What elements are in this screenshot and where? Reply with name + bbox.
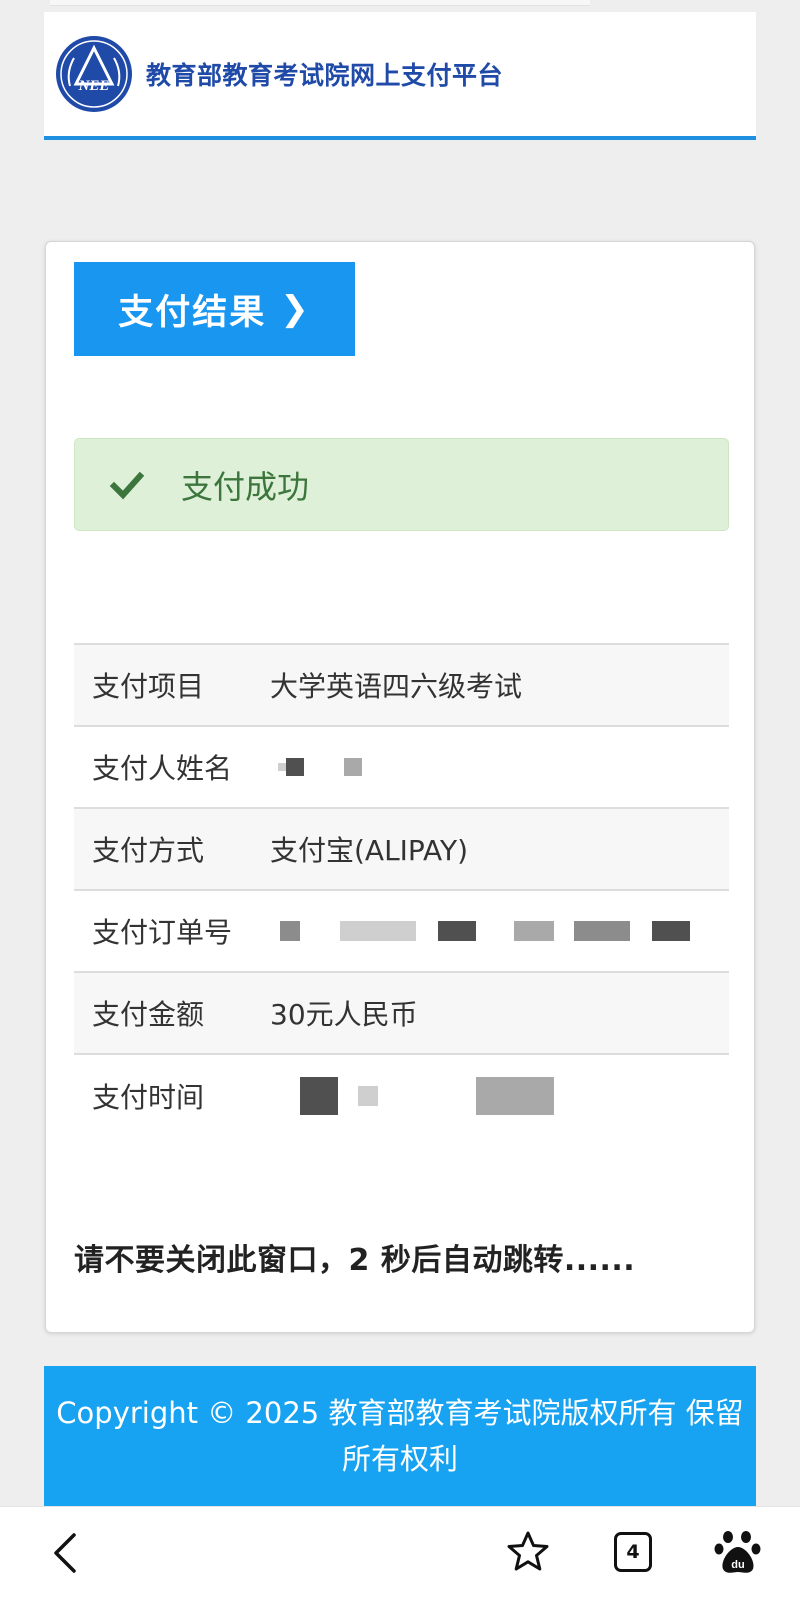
redirect-notice: 请不要关闭此窗口，2 秒后自动跳转...... bbox=[74, 1243, 636, 1278]
site-title: 教育部教育考试院网上支付平台 bbox=[146, 61, 504, 90]
logo-lettering: NEE bbox=[78, 78, 110, 94]
redaction-block bbox=[344, 758, 362, 776]
check-icon bbox=[109, 471, 145, 499]
tab-count: 4 bbox=[626, 1541, 640, 1563]
back-icon bbox=[54, 1533, 76, 1573]
copyright-text: Copyright © 2025 教育部教育考试院版权所有 保留所有权利 bbox=[56, 1396, 744, 1476]
table-row: 支付方式 支付宝(ALIPAY) bbox=[74, 809, 729, 891]
redacted-payer-name bbox=[270, 758, 362, 776]
detail-label: 支付订单号 bbox=[92, 916, 233, 949]
result-card: 支付结果 ❯ 支付成功 支付项目 大学英语四六级考试 支付人姓名 支付方式 支付… bbox=[45, 241, 755, 1333]
redaction-block bbox=[278, 763, 286, 771]
tabs-button[interactable]: 4 bbox=[608, 1525, 658, 1579]
payment-success-alert: 支付成功 bbox=[74, 438, 729, 531]
payment-result-tab[interactable]: 支付结果 ❯ bbox=[74, 262, 355, 356]
bookmark-button[interactable] bbox=[502, 1523, 554, 1579]
detail-label: 支付时间 bbox=[92, 1081, 205, 1114]
svg-text:du: du bbox=[731, 1559, 744, 1571]
bookmark-star-icon bbox=[507, 1531, 549, 1571]
detail-label: 支付项目 bbox=[92, 670, 205, 703]
table-row: 支付时间 bbox=[74, 1055, 729, 1137]
redacted-order-number bbox=[270, 921, 690, 941]
detail-label: 支付金额 bbox=[92, 998, 205, 1031]
redaction-block bbox=[300, 1077, 338, 1115]
chevron-right-icon: ❯ bbox=[280, 289, 311, 329]
table-row: 支付订单号 bbox=[74, 891, 729, 973]
nee-logo: NEE bbox=[56, 36, 132, 112]
top-edge-bar bbox=[50, 0, 590, 6]
payment-details-table: 支付项目 大学英语四六级考试 支付人姓名 支付方式 支付宝(ALIPAY) 支付… bbox=[74, 643, 729, 1137]
baidu-paw-icon: du bbox=[714, 1531, 761, 1573]
redaction-block bbox=[574, 921, 630, 941]
redacted-payment-time bbox=[270, 1077, 554, 1115]
redaction-block bbox=[340, 921, 416, 941]
detail-label: 支付人姓名 bbox=[92, 752, 233, 785]
table-row: 支付金额 30元人民币 bbox=[74, 973, 729, 1055]
baidu-button[interactable]: du bbox=[710, 1523, 766, 1581]
tabs-icon: 4 bbox=[614, 1532, 652, 1572]
payment-result-page: NEE 教育部教育考试院网上支付平台 支付结果 ❯ 支付成功 支付项目 大学英语… bbox=[0, 0, 800, 1599]
browser-bottom-bar: 4 du bbox=[0, 1506, 800, 1599]
back-button[interactable] bbox=[40, 1525, 90, 1581]
detail-value: 30元人民币 bbox=[270, 998, 418, 1031]
detail-value: 大学英语四六级考试 bbox=[270, 670, 523, 703]
table-row: 支付人姓名 bbox=[74, 727, 729, 809]
redaction-block bbox=[476, 1077, 554, 1115]
copyright-footer: Copyright © 2025 教育部教育考试院版权所有 保留所有权利 bbox=[44, 1366, 756, 1506]
detail-value: 支付宝(ALIPAY) bbox=[270, 834, 469, 867]
payment-result-tab-label: 支付结果 bbox=[118, 292, 267, 333]
detail-label: 支付方式 bbox=[92, 834, 205, 867]
redaction-block bbox=[286, 758, 304, 776]
table-row: 支付项目 大学英语四六级考试 bbox=[74, 645, 729, 727]
redaction-block bbox=[358, 1086, 378, 1106]
redaction-block bbox=[514, 921, 554, 941]
site-header: NEE 教育部教育考试院网上支付平台 bbox=[44, 12, 756, 140]
success-message: 支付成功 bbox=[181, 467, 310, 506]
redaction-block bbox=[280, 921, 300, 941]
redaction-block bbox=[652, 921, 690, 941]
redaction-block bbox=[438, 921, 476, 941]
